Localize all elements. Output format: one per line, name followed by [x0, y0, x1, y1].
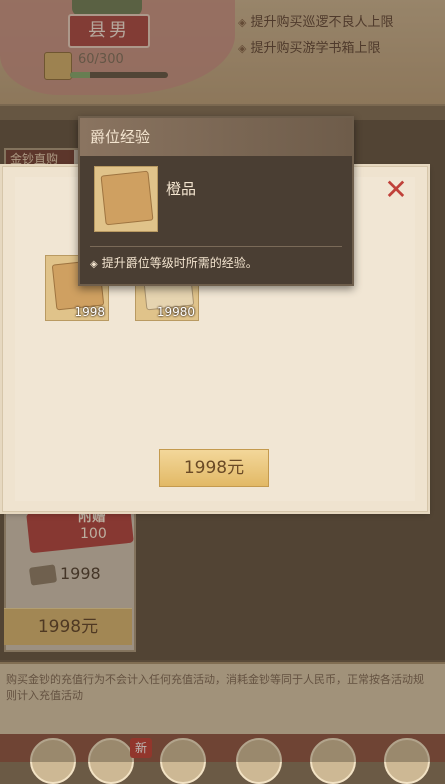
- close-icon[interactable]: ✕: [383, 176, 409, 204]
- diamond-bullet-icon: ◈: [90, 259, 98, 270]
- tooltip-divider: [90, 246, 342, 247]
- item-quality: 橙品: [166, 180, 197, 198]
- buy-button[interactable]: 1998元: [159, 449, 269, 487]
- tooltip-description: ◈ 提升爵位等级时所需的经验。: [90, 256, 258, 270]
- item-quantity: 19980: [156, 305, 195, 319]
- item-tooltip: 爵位经验 橙品 ◈ 提升爵位等级时所需的经验。: [78, 116, 354, 286]
- tooltip-title: 爵位经验: [90, 128, 151, 146]
- item-quantity: 1998: [74, 305, 105, 319]
- rank-exp-icon: [100, 170, 154, 226]
- tooltip-item-frame: [94, 166, 158, 232]
